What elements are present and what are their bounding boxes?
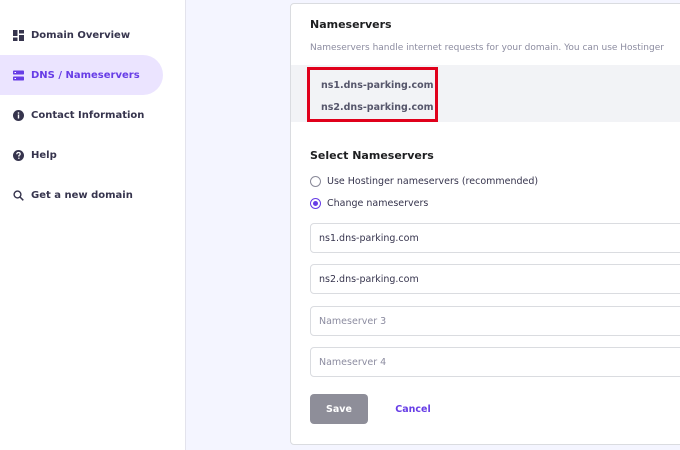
radio-button-checked[interactable] xyxy=(310,197,321,209)
dashboard-icon xyxy=(13,29,24,41)
radio-label: Change nameservers xyxy=(327,197,429,209)
radio-label: Use Hostinger nameservers (recommended) xyxy=(327,175,539,187)
highlight-box xyxy=(307,67,438,122)
help-icon xyxy=(13,149,24,161)
nameservers-description: Nameservers handle internet requests for… xyxy=(310,43,664,53)
search-icon xyxy=(13,189,24,201)
nameserver-4-input[interactable] xyxy=(310,347,680,377)
radio-use-hostinger-nameservers[interactable]: Use Hostinger nameservers (recommended) xyxy=(310,174,538,188)
nameserver-3-input[interactable] xyxy=(310,306,680,336)
sidebar-item-get-new-domain[interactable]: Get a new domain xyxy=(0,175,163,215)
sidebar-item-label: Get a new domain xyxy=(31,189,133,201)
sidebar-item-dns-nameservers[interactable]: DNS / Nameservers xyxy=(0,55,163,95)
select-nameservers-title: Select Nameservers xyxy=(310,149,434,162)
sidebar-item-label: DNS / Nameservers xyxy=(31,69,140,81)
info-icon xyxy=(13,109,24,121)
sidebar: Domain Overview DNS / Nameservers Contac… xyxy=(0,0,186,450)
server-icon xyxy=(13,70,24,81)
radio-change-nameservers[interactable]: Change nameservers xyxy=(310,196,428,210)
sidebar-item-contact-information[interactable]: Contact Information xyxy=(0,95,163,135)
nameserver-1-input[interactable] xyxy=(310,223,680,253)
save-button[interactable]: Save xyxy=(310,394,368,424)
sidebar-item-label: Help xyxy=(31,149,57,161)
sidebar-item-domain-overview[interactable]: Domain Overview xyxy=(0,15,163,55)
radio-button[interactable] xyxy=(310,175,321,187)
sidebar-item-label: Contact Information xyxy=(31,109,145,121)
cancel-button[interactable]: Cancel xyxy=(382,394,444,424)
sidebar-item-label: Domain Overview xyxy=(31,29,131,41)
sidebar-item-help[interactable]: Help xyxy=(0,135,163,175)
nameserver-2-input[interactable] xyxy=(310,264,680,294)
nameservers-title: Nameservers xyxy=(310,18,392,31)
